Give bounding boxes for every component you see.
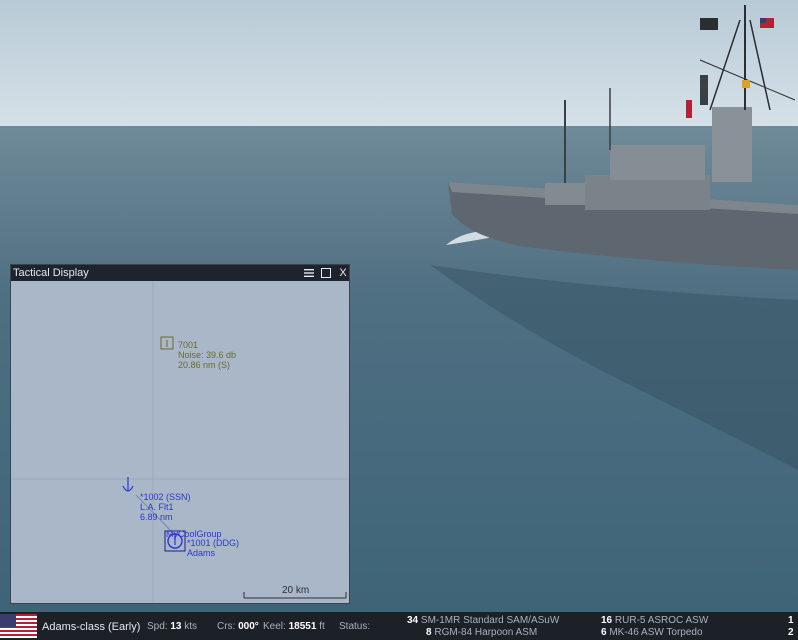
contact-range: 20.86 nm (S) — [178, 360, 231, 370]
sky — [0, 0, 798, 127]
weapon-loadout-item[interactable]: 34 SM-1MR Standard SAM/ASuW — [407, 615, 559, 627]
us-flag-icon[interactable] — [0, 614, 37, 638]
weapon-count: 6 — [601, 627, 607, 638]
weapon-loadout-item[interactable]: 1 — [788, 615, 794, 627]
speed-label: Spd: — [147, 621, 168, 632]
contact-id: *1001 (DDG) — [187, 538, 240, 548]
weapon-count: 16 — [601, 615, 613, 626]
weapon-count: 2 — [788, 627, 794, 638]
keel-label: Keel: — [263, 621, 286, 632]
speed-readout: Spd: 13 kts — [147, 621, 197, 633]
contact-range: 6.89 nm — [140, 512, 173, 522]
contact-label-7001[interactable]: 7001 Noise: 39.6 db 20.86 nm (S) — [178, 340, 236, 370]
course-label: Crs: — [217, 621, 236, 632]
weapon-count: 1 — [788, 615, 794, 626]
contact-id: *1002 (SSN) — [140, 492, 191, 502]
weapon-name: MK-46 ASW Torpedo — [609, 627, 703, 638]
sub-contact-icon — [160, 336, 174, 350]
tactical-map[interactable]: 7001 Noise: 39.6 db 20.86 nm (S) *1002 (… — [11, 281, 349, 603]
weapon-count: 34 — [407, 615, 419, 626]
maximize-icon[interactable] — [320, 267, 332, 279]
contact-noise: Noise: 39.6 db — [178, 350, 237, 360]
window-title: Tactical Display — [13, 267, 89, 279]
contact-name: Adams — [187, 548, 216, 558]
weapon-loadout-item[interactable]: 16 RUR-5 ASROC ASW — [601, 615, 708, 627]
speed-unit: kts — [184, 621, 198, 632]
contact-id: 7001 — [178, 340, 199, 350]
weapon-loadout-item[interactable]: 6 MK-46 ASW Torpedo — [601, 627, 703, 639]
weapon-loadout-item[interactable]: 2 — [788, 627, 794, 639]
keel-value: 18551 — [288, 621, 317, 632]
close-button[interactable]: X — [337, 267, 349, 279]
hamburger-icon[interactable] — [303, 267, 315, 279]
keel-unit: ft — [319, 621, 325, 632]
status-label: Status: — [339, 621, 371, 632]
weapon-name: RUR-5 ASROC ASW — [614, 615, 709, 626]
contact-label-1001[interactable]: *1001 (DDG) Adams — [187, 538, 239, 558]
course-value: 000° — [238, 621, 259, 632]
weapon-loadout-item[interactable]: 8 RGM-84 Harpoon ASM — [426, 627, 537, 639]
scale-label: 20 km — [282, 585, 310, 596]
contact-label-1002[interactable]: *1002 (SSN) L.A. Flt1 6.89 nm — [140, 492, 191, 522]
unit-class-label: Adams-class (Early) — [42, 621, 141, 633]
tactical-display-titlebar[interactable]: Tactical Display X — [11, 265, 349, 281]
weapon-name: RGM-84 Harpoon ASM — [434, 627, 538, 638]
contact-name: L.A. Flt1 — [140, 502, 174, 512]
unit-status-bar: Adams-class (Early) Spd: 13 kts Crs: 000… — [0, 612, 798, 640]
weapon-count: 8 — [426, 627, 432, 638]
speed-value: 13 — [170, 621, 182, 632]
weapon-name: SM-1MR Standard SAM/ASuW — [420, 615, 560, 626]
keel-readout: Keel: 18551 ft — [263, 621, 325, 633]
tactical-display-window[interactable]: Tactical Display X 7001 Noise: 39.6 db 2… — [10, 264, 350, 604]
course-readout: Crs: 000° — [217, 621, 259, 633]
